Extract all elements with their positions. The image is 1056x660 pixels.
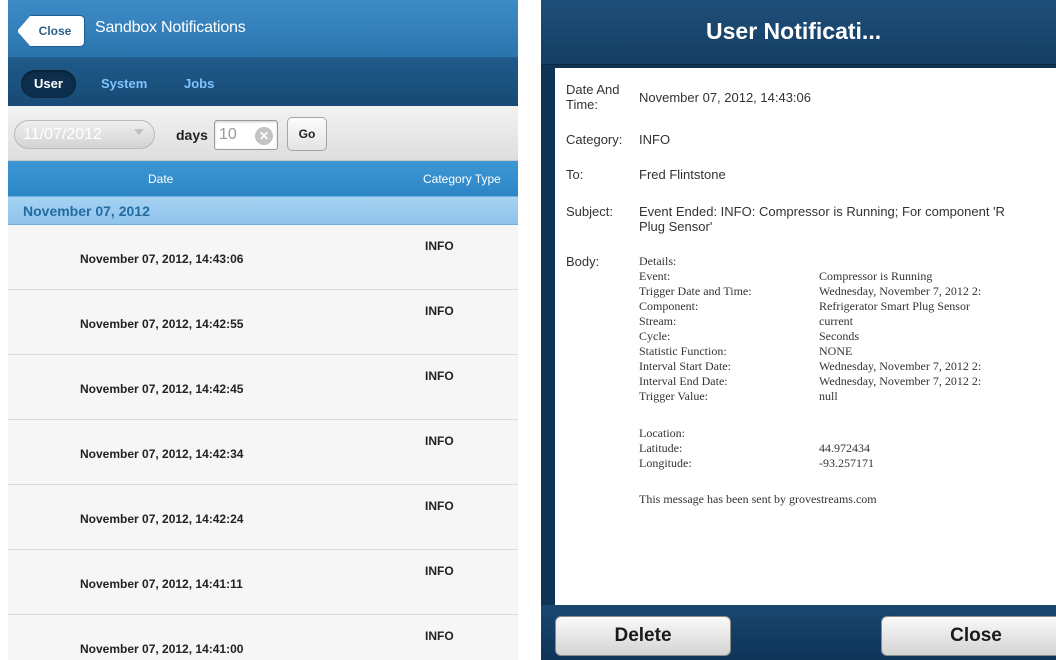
detail-key: Trigger Date and Time:: [639, 284, 752, 298]
detail-value: current: [819, 314, 853, 328]
clear-icon[interactable]: ✕: [255, 127, 273, 145]
detail-key: Stream:: [639, 314, 677, 328]
body-field-label: Body:: [566, 254, 600, 269]
column-header: Date Category Type: [8, 161, 518, 196]
detail-key: Component:: [639, 299, 699, 313]
list-item-date: November 07, 2012, 14:41:00: [80, 642, 244, 656]
notification-detail-panel: User Notificati... Date And Time: Novemb…: [541, 0, 1056, 660]
to-field-label: To:: [566, 167, 584, 182]
detail-key: Interval Start Date:: [639, 359, 731, 373]
list-item-category: INFO: [425, 629, 454, 643]
notifications-list-panel: Close Sandbox Notifications User System …: [8, 0, 518, 660]
close-button[interactable]: Close: [17, 15, 85, 47]
screen: Close Sandbox Notifications User System …: [0, 0, 1056, 660]
delete-button[interactable]: Delete: [555, 616, 731, 656]
days-input-value: 10: [219, 126, 237, 143]
notification-list: November 07, 2012, 14:43:06 INFO Novembe…: [8, 225, 518, 660]
location-value: -93.257171: [819, 456, 874, 470]
detail-value: Wednesday, November 7, 2012 2:: [819, 359, 982, 373]
date-select-value: 11/07/2012: [23, 126, 102, 143]
detail-footer: Delete Close: [541, 605, 1056, 660]
subject-field-value: Event Ended: INFO: Compressor is Running…: [639, 204, 1005, 234]
detail-key: Cycle:: [639, 329, 671, 343]
page-title: Sandbox Notifications: [95, 19, 246, 36]
list-item-date: November 07, 2012, 14:42:45: [80, 382, 244, 396]
list-item-category: INFO: [425, 369, 454, 383]
detail-content: Date And Time: November 07, 2012, 14:43:…: [555, 68, 1056, 605]
detail-header: User Notificati...: [541, 0, 1056, 65]
list-item-date: November 07, 2012, 14:42:34: [80, 447, 244, 461]
detail-value: NONE: [819, 344, 853, 358]
date-field-label: Date And Time:: [566, 82, 620, 112]
subject-field-label: Subject:: [566, 204, 613, 219]
tab-jobs[interactable]: Jobs: [171, 70, 227, 98]
close-detail-button[interactable]: Close: [881, 616, 1056, 656]
list-item-category: INFO: [425, 499, 454, 513]
detail-value: Wednesday, November 7, 2012 2:: [819, 284, 982, 298]
go-button[interactable]: Go: [287, 117, 327, 151]
list-item-category: INFO: [425, 239, 454, 253]
tab-user[interactable]: User: [21, 70, 76, 98]
list-item[interactable]: November 07, 2012, 14:42:34 INFO: [8, 420, 518, 485]
location-value: 44.972434: [819, 441, 870, 455]
list-item[interactable]: November 07, 2012, 14:42:45 INFO: [8, 355, 518, 420]
location-heading: Location:: [639, 426, 685, 440]
tab-system[interactable]: System: [88, 70, 160, 98]
list-item-date: November 07, 2012, 14:42:55: [80, 317, 244, 331]
date-field-value: November 07, 2012, 14:43:06: [639, 90, 812, 105]
list-item-date: November 07, 2012, 14:41:11: [80, 577, 243, 591]
list-item[interactable]: November 07, 2012, 14:42:55 INFO: [8, 290, 518, 355]
column-header-date[interactable]: Date: [148, 172, 173, 186]
list-item[interactable]: November 07, 2012, 14:43:06 INFO: [8, 225, 518, 290]
detail-value: Wednesday, November 7, 2012 2:: [819, 374, 982, 388]
to-field-value: Fred Flintstone: [639, 167, 726, 182]
footer-note: This message has been sent by grovestrea…: [639, 492, 877, 506]
list-item-category: INFO: [425, 304, 454, 318]
location-key: Latitude:: [639, 441, 683, 455]
detail-key: Trigger Value:: [639, 389, 708, 403]
details-heading: Details:: [639, 254, 677, 268]
top-toolbar: Close Sandbox Notifications: [8, 0, 518, 58]
category-field-label: Category:: [566, 132, 623, 147]
list-item[interactable]: November 07, 2012, 14:41:00 INFO: [8, 615, 518, 660]
detail-key: Statistic Function:: [639, 344, 727, 358]
detail-value: null: [819, 389, 838, 403]
list-item-category: INFO: [425, 434, 454, 448]
tab-bar: User System Jobs: [8, 58, 518, 106]
filter-bar: 11/07/2012 days 10 ✕ Go: [8, 106, 518, 161]
days-label: days: [176, 127, 208, 143]
days-input[interactable]: 10 ✕: [214, 120, 278, 150]
detail-value: Refrigerator Smart Plug Sensor: [819, 299, 970, 313]
date-select[interactable]: 11/07/2012: [14, 120, 155, 149]
detail-key: Event:: [639, 269, 671, 283]
list-item-date: November 07, 2012, 14:43:06: [80, 252, 244, 266]
list-item[interactable]: November 07, 2012, 14:42:24 INFO: [8, 485, 518, 550]
detail-value: Seconds: [819, 329, 859, 343]
category-field-value: INFO: [639, 132, 671, 147]
detail-key: Interval End Date:: [639, 374, 728, 388]
list-item-date: November 07, 2012, 14:42:24: [80, 512, 244, 526]
location-key: Longitude:: [639, 456, 692, 470]
group-header: November 07, 2012: [8, 196, 518, 225]
list-item[interactable]: November 07, 2012, 14:41:11 INFO: [8, 550, 518, 615]
chevron-down-icon: [134, 129, 144, 135]
column-header-category[interactable]: Category Type: [423, 172, 501, 186]
detail-value: Compressor is Running: [819, 269, 933, 283]
list-item-category: INFO: [425, 564, 454, 578]
detail-title: User Notificati...: [706, 18, 882, 44]
